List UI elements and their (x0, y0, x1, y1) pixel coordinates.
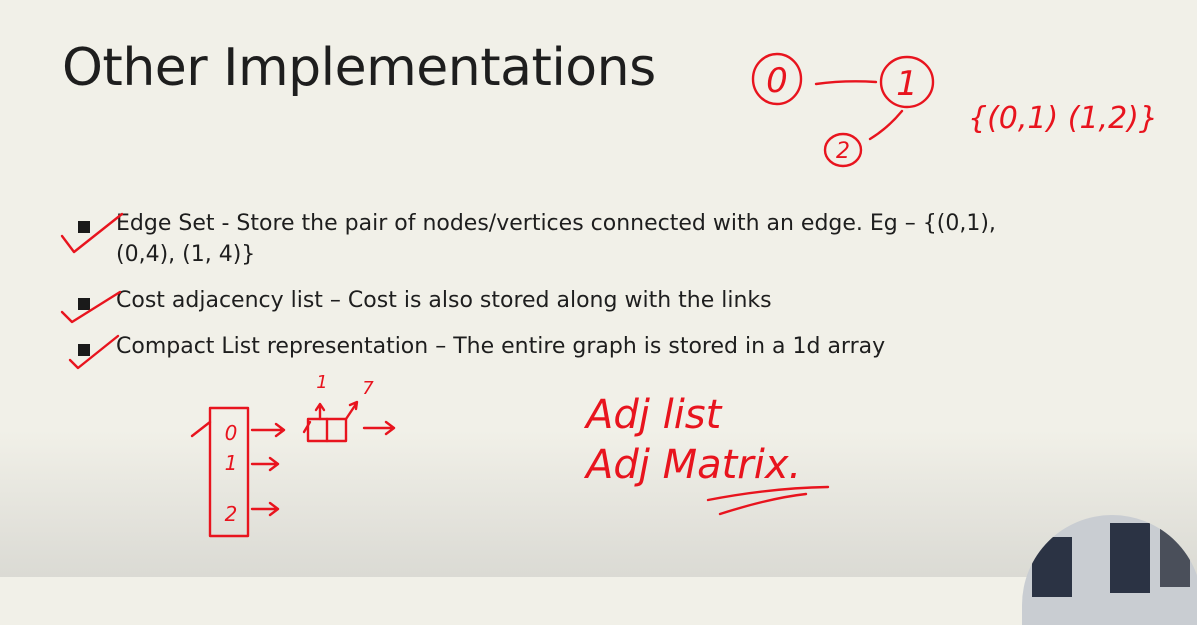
note-adj-matrix: Adj Matrix. (583, 442, 801, 488)
underline-stroke (718, 492, 808, 516)
edge-set-note: {(0,1) (1,2)} (968, 101, 1158, 136)
webcam-shelf (1110, 523, 1150, 593)
note-adj-list: Adj list (583, 392, 723, 438)
slide: Other Implementations Edge Set - Store t… (0, 0, 1197, 625)
checkmark-icon (68, 334, 120, 370)
checkmark-icon (60, 290, 122, 324)
handwritten-annotations: 0 1 2 {(0,1) (1,2)} 0 1 2 1 7 Adj list A… (60, 52, 1158, 538)
array-cell: 0 (225, 421, 238, 445)
arrow-icon (250, 456, 280, 472)
array-cell: 1 (225, 451, 238, 475)
webcam-shelf (1160, 527, 1190, 587)
underline-stroke (706, 485, 830, 502)
arrow-icon (362, 420, 396, 436)
up-arrow-icon (344, 400, 359, 421)
arrow-icon (250, 501, 280, 517)
graph-node-label: 1 (896, 64, 918, 104)
array-tick (190, 420, 212, 438)
array-cell: 2 (225, 502, 238, 526)
webcam-shelf (1032, 537, 1072, 597)
graph-node-label: 2 (836, 139, 850, 164)
up-arrow-icon (314, 402, 326, 421)
list-value: 1 (316, 372, 327, 393)
checkmark-icon (60, 212, 124, 254)
graph-edge (814, 80, 878, 86)
array-sketch: 0 1 2 1 7 (190, 372, 396, 538)
list-value: 7 (362, 378, 374, 399)
graph-edge (868, 109, 904, 141)
graph-sketch: 0 1 2 {(0,1) (1,2)} (751, 52, 1158, 168)
arrow-icon (250, 422, 286, 438)
graph-node-label: 0 (766, 61, 788, 101)
